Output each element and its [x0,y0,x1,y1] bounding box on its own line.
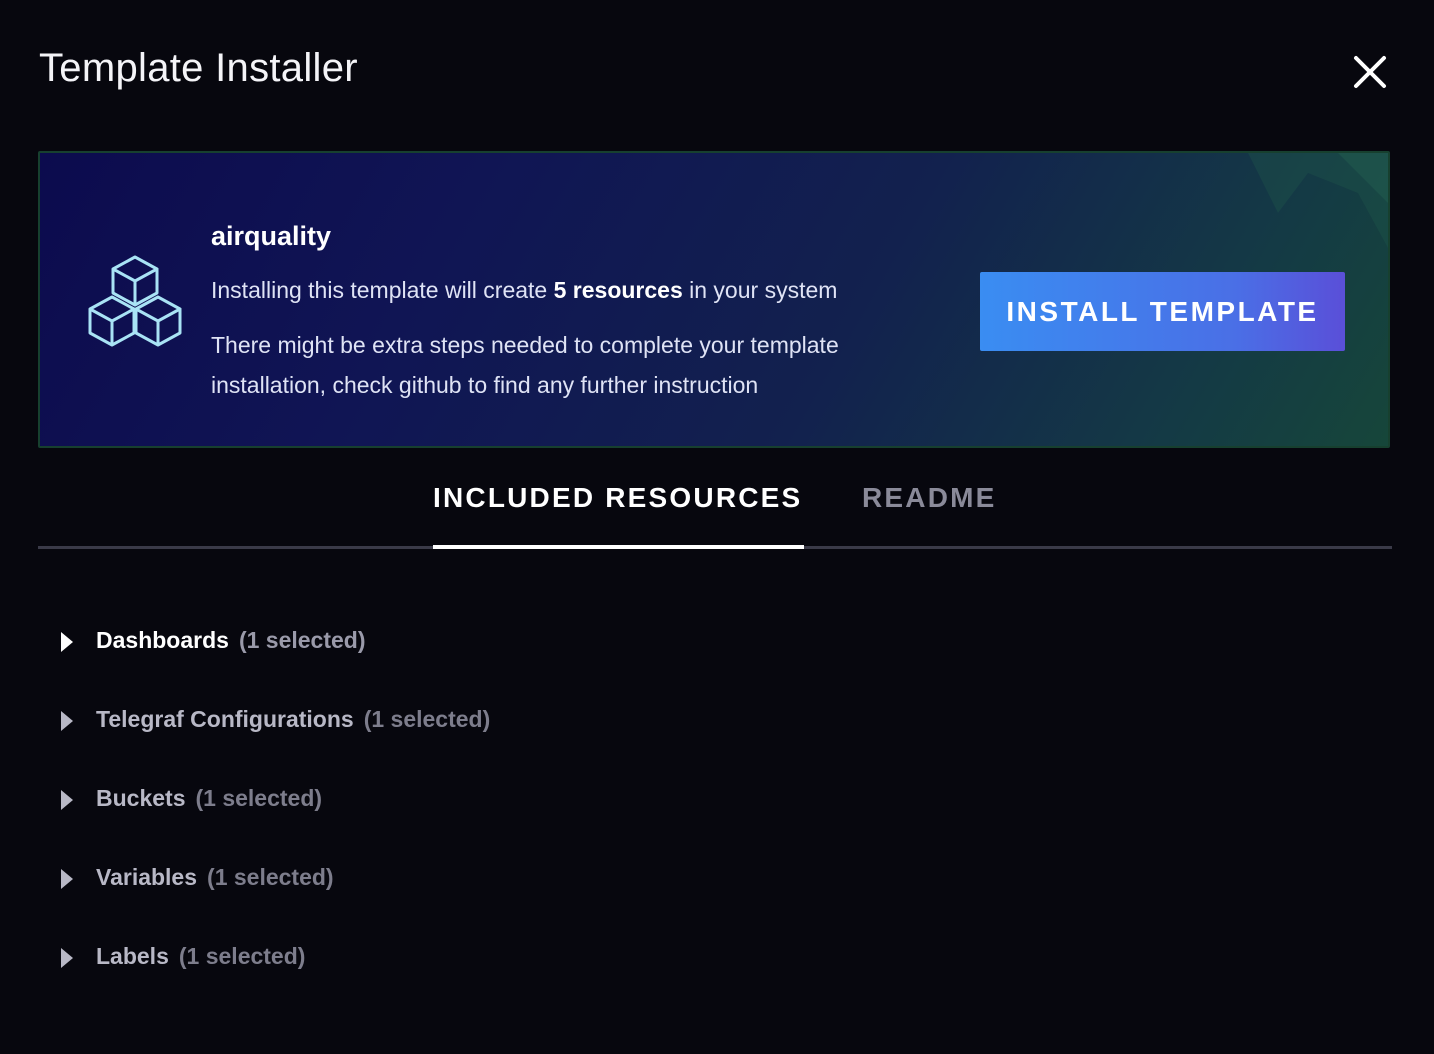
caret-right-icon [61,632,73,652]
resource-selected-count: (1 selected) [195,785,323,811]
resource-row-dashboards[interactable]: Dashboards (1 selected) [58,602,1358,681]
cubes-icon [88,255,182,347]
resource-selected-count: (1 selected) [238,627,366,653]
resource-row-variables[interactable]: Variables (1 selected) [58,839,1358,918]
install-summary-suffix: in your system [689,277,838,303]
resource-row-buckets[interactable]: Buckets (1 selected) [58,760,1358,839]
resource-selected-count: (1 selected) [207,864,334,890]
template-banner: airquality Installing this template will… [38,151,1390,448]
resource-name: Buckets [96,785,186,811]
resource-name: Dashboards [96,627,229,653]
resource-name: Telegraf Configurations [96,706,354,732]
tab-readme[interactable]: README [862,482,997,514]
resource-name: Labels [96,943,169,969]
caret-right-icon [61,948,73,968]
close-icon [1354,56,1386,88]
install-summary-prefix: Installing this template will create [211,277,548,303]
caret-right-icon [61,790,73,810]
resource-list: Dashboards (1 selected) Telegraf Configur… [58,602,1358,997]
resource-count-highlight: 5 resources [553,277,683,303]
close-button[interactable] [1350,52,1390,92]
active-tab-indicator [433,545,804,549]
resource-selected-count: (1 selected) [363,706,491,732]
tab-bar: INCLUDED RESOURCES README [38,470,1392,549]
tab-included-resources[interactable]: INCLUDED RESOURCES [433,482,802,514]
template-name: airquality [211,221,332,251]
install-note: There might be extra steps needed to com… [211,332,839,398]
dialog-title: Template Installer [39,46,358,90]
template-installer-dialog: Template Installer airquality Installing… [0,0,1434,1054]
install-template-button[interactable]: INSTALL TEMPLATE [980,272,1345,351]
resource-row-labels[interactable]: Labels (1 selected) [58,918,1358,997]
caret-right-icon [61,869,73,889]
caret-right-icon [61,711,73,731]
resource-selected-count: (1 selected) [178,943,306,969]
install-summary: Installing this template will create 5 r… [211,277,837,304]
resource-name: Variables [96,864,198,890]
banner-decoration [1218,153,1388,248]
resource-row-telegraf-configurations[interactable]: Telegraf Configurations (1 selected) [58,681,1358,760]
